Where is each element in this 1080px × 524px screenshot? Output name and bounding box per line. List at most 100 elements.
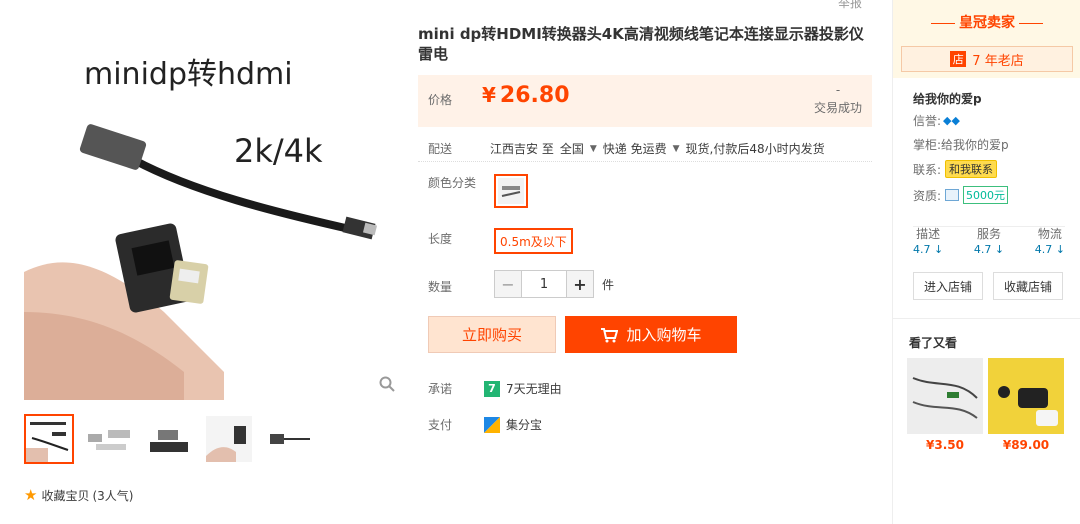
recommendation-item[interactable]: ¥3.50 [907,358,983,452]
main-image-caption-1: minidp转hdmi [84,57,293,92]
license-icon[interactable] [945,189,960,201]
favorite-item-link[interactable]: ★ 收藏宝贝 (3人气) [24,486,133,504]
deal-info: - 交易成功 [814,81,862,117]
price-box: 价格 ¥26.80 - 交易成功 [418,75,872,127]
color-label: 颜色分类 [428,176,477,190]
color-option-selected[interactable] [494,174,528,208]
deal-count: - [835,83,841,97]
length-row: 长度 0.5m及以下 [428,228,573,254]
delivery-label: 配送 [428,142,453,156]
thumbnail-4[interactable] [204,414,254,464]
cert-row: 资质: 5000元 [913,186,1009,204]
shop-header: 皇冠卖家 店 7 年老店 [893,0,1080,78]
seven-day-return-icon: 7 [484,380,500,397]
credit-row: 信誉: ◆◆ [913,112,960,129]
recommendation-price: ¥3.50 [926,438,964,452]
recommendation-price: ¥89.00 [1002,438,1050,452]
credit-label: 信誉: [913,114,942,128]
cert-label: 资质: [913,188,942,203]
product-gallery: minidp转hdmi 2k/4k ★ 收藏宝贝 (3人气) [0,0,410,524]
deal-label: 交易成功 [813,101,862,115]
favorite-shop-button[interactable]: 收藏店铺 [993,272,1064,300]
product-title: mini dp转HDMI转换器头4K高清视频线笔记本连接显示器投影仪雷电 [418,25,864,63]
divider [893,318,1080,319]
product-page: minidp转hdmi 2k/4k ★ 收藏宝贝 (3人气) 举报 mini d… [0,0,1080,524]
length-option-selected[interactable]: 0.5m及以下 [494,228,573,254]
score-description: 描述 4.7 ↓ [913,227,944,256]
price-value: ¥26.80 [482,83,570,108]
crown-seller-label: 皇冠卖家 [959,15,1015,31]
recommendation-item[interactable]: ¥89.00 [988,358,1064,452]
payment-label: 支付 [428,418,453,432]
score-value: 4.7 [913,243,931,256]
price-label: 价格 [428,93,453,107]
zoom-icon[interactable] [379,376,395,392]
recommendations-title: 看了又看 [909,336,958,350]
product-info: 举报 mini dp转HDMI转换器头4K高清视频线笔记本连接显示器投影仪雷电 … [418,0,874,524]
report-link[interactable]: 举报 [838,0,862,11]
quantity-stepper: − 1 + 件 [494,270,614,298]
thumbnail-5[interactable] [264,414,314,464]
score-label: 物流 [1037,227,1062,241]
shop-sidebar: 皇冠卖家 店 7 年老店 给我你的爱p 信誉: ◆◆ 掌柜: 给我你的爱p 联系… [892,0,1080,524]
score-label: 描述 [916,227,941,241]
quantity-row: 数量 − 1 + 件 [428,270,614,298]
quantity-unit: 件 [602,277,615,292]
favorite-label: 收藏宝贝 [41,488,90,503]
delivery-from: 江西吉安 至 [490,142,554,156]
delivery-row: 配送 江西吉安 至 全国 ▼ 快递 免运费 ▼ 现货,付款后48小时内发货 [418,136,872,162]
payment-row: 支付 集分宝 [428,416,542,433]
thumbnail-1[interactable] [24,414,74,464]
shop-name[interactable]: 给我你的爱p [913,90,982,107]
delivery-note: 现货,付款后48小时内发货 [685,142,825,156]
deposit-badge[interactable]: 5000元 [963,186,1009,204]
quantity-input[interactable]: 1 [522,270,566,298]
thumbnail-2[interactable] [84,414,134,464]
price-amount: 26.80 [499,83,570,108]
length-label: 长度 [428,232,453,246]
delivery-destination-select[interactable]: 全国 [560,140,584,157]
owner-row: 掌柜: 给我你的爱p [913,136,1009,153]
enter-shop-button[interactable]: 进入店铺 [913,272,984,300]
owner-label: 掌柜: [913,138,942,152]
shop-age-label: 7 年老店 [972,53,1024,69]
payment-value: 集分宝 [506,418,543,432]
shop-age-badge: 店 7 年老店 [901,46,1073,72]
quantity-label: 数量 [428,280,453,294]
buy-now-button[interactable]: 立即购买 [428,316,556,353]
cart-icon [601,327,619,342]
main-product-image[interactable]: minidp转hdmi 2k/4k [24,12,384,400]
diamond-icon: ◆◆ [943,114,960,127]
contact-label: 联系: [913,162,942,177]
favorite-count: (3人气) [92,488,134,503]
contact-row: 联系: 和我联系 [913,160,998,178]
quantity-decrease-button[interactable]: − [494,270,522,298]
promise-value[interactable]: 7天无理由 [506,380,562,397]
add-to-cart-button[interactable]: 加入购物车 [565,316,737,353]
promise-label: 承诺 [428,382,453,396]
recommendation-image[interactable] [988,358,1064,434]
jifenbao-icon [484,416,500,433]
shop-scores: 描述 4.7 ↓ 服务 4.7 ↓ 物流 4.7 ↓ [913,226,1065,257]
chevron-down-icon[interactable]: ▼ [590,144,597,154]
score-logistics: 物流 4.7 ↓ [1034,227,1065,256]
add-to-cart-label: 加入购物车 [626,326,702,344]
crown-seller-badge: 皇冠卖家 [893,12,1080,32]
score-service: 服务 4.7 ↓ [973,227,1005,256]
star-icon: ★ [24,486,38,504]
thumbnail-3[interactable] [144,414,194,464]
promise-row: 承诺 7 7天无理由 [428,380,562,397]
contact-seller-button[interactable]: 和我联系 [945,160,998,178]
recommendation-image[interactable] [907,358,983,434]
color-row: 颜色分类 [428,174,528,208]
thumbnail-strip [24,414,314,464]
shop-buttons: 进入店铺 收藏店铺 [913,272,1064,300]
delivery-method-select[interactable]: 快递 免运费 [603,140,667,157]
quantity-increase-button[interactable]: + [566,270,594,298]
main-image-caption-2: 2k/4k [234,132,323,170]
score-value: 4.7 [1034,243,1053,256]
score-label: 服务 [976,227,1001,241]
chevron-down-icon[interactable]: ▼ [673,144,680,154]
owner-name[interactable]: 给我你的爱p [941,136,1009,153]
currency-symbol: ¥ [482,83,496,107]
